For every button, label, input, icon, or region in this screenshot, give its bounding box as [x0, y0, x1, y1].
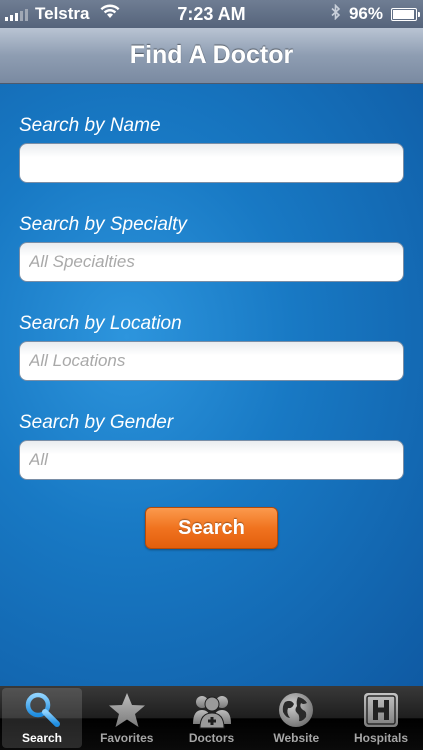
search-button[interactable]: Search [145, 507, 278, 549]
tab-website[interactable]: Website [256, 688, 336, 748]
specialty-label: Search by Specialty [19, 214, 187, 235]
specialty-select[interactable] [19, 242, 404, 282]
search-form: Search by Name Search by Specialty Searc… [0, 84, 423, 686]
tab-hospitals[interactable]: Hospitals [341, 688, 421, 748]
star-icon [107, 691, 147, 729]
location-select[interactable] [19, 341, 404, 381]
nav-bar: Find A Doctor [0, 28, 423, 84]
magnifier-icon [22, 691, 62, 729]
doctors-icon [192, 691, 232, 729]
status-bar: Telstra 7:23 AM 96% [0, 0, 423, 28]
tab-doctors[interactable]: Doctors [172, 688, 252, 748]
status-right: 96% [331, 0, 420, 28]
tab-label: Website [273, 731, 320, 745]
gender-label: Search by Gender [19, 412, 174, 433]
tab-favorites[interactable]: Favorites [87, 688, 167, 748]
tab-label: Hospitals [353, 731, 408, 745]
globe-icon [276, 691, 316, 729]
bluetooth-icon [331, 3, 341, 25]
name-label: Search by Name [19, 115, 161, 136]
tab-label: Search [21, 731, 63, 745]
tab-bar: Search Favorites Doctors Website Hospita… [0, 686, 423, 750]
page-title: Find A Doctor [129, 41, 294, 69]
battery-icon [391, 7, 420, 21]
tab-label: Favorites [100, 731, 154, 745]
gender-select[interactable] [19, 440, 404, 480]
location-label: Search by Location [19, 313, 182, 334]
battery-percent: 96% [348, 4, 383, 23]
tab-label: Doctors [188, 731, 235, 745]
name-input[interactable] [19, 143, 404, 183]
tab-search[interactable]: Search [2, 688, 82, 748]
hospital-icon [361, 691, 401, 729]
